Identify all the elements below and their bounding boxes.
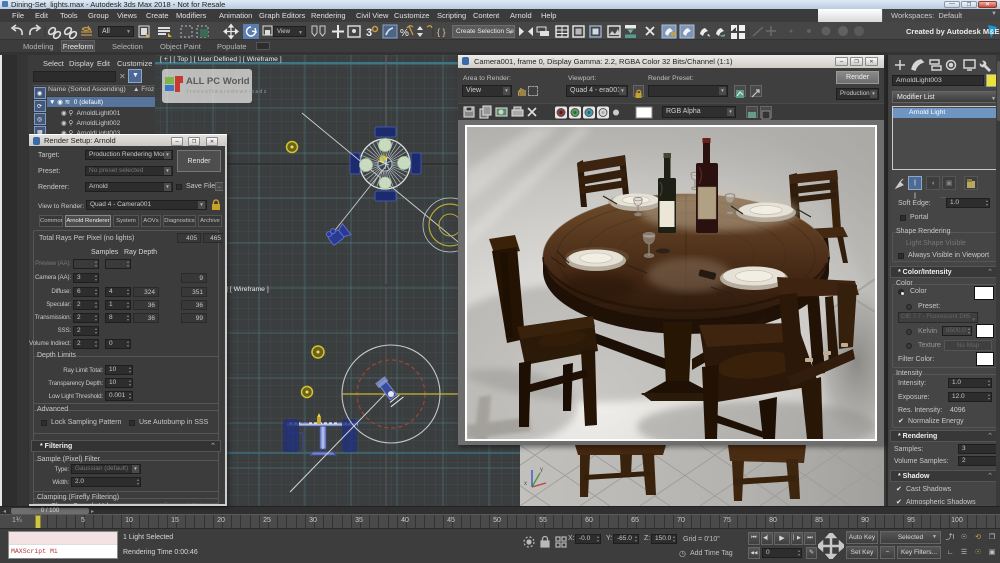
svg-text:{ }: { } — [437, 27, 446, 37]
svg-text:3: 3 — [366, 27, 372, 39]
svg-text:x: x — [524, 481, 527, 487]
svg-text:◢: ◢ — [732, 27, 736, 33]
svg-text:%: % — [400, 28, 409, 39]
svg-text:y: y — [540, 467, 543, 473]
